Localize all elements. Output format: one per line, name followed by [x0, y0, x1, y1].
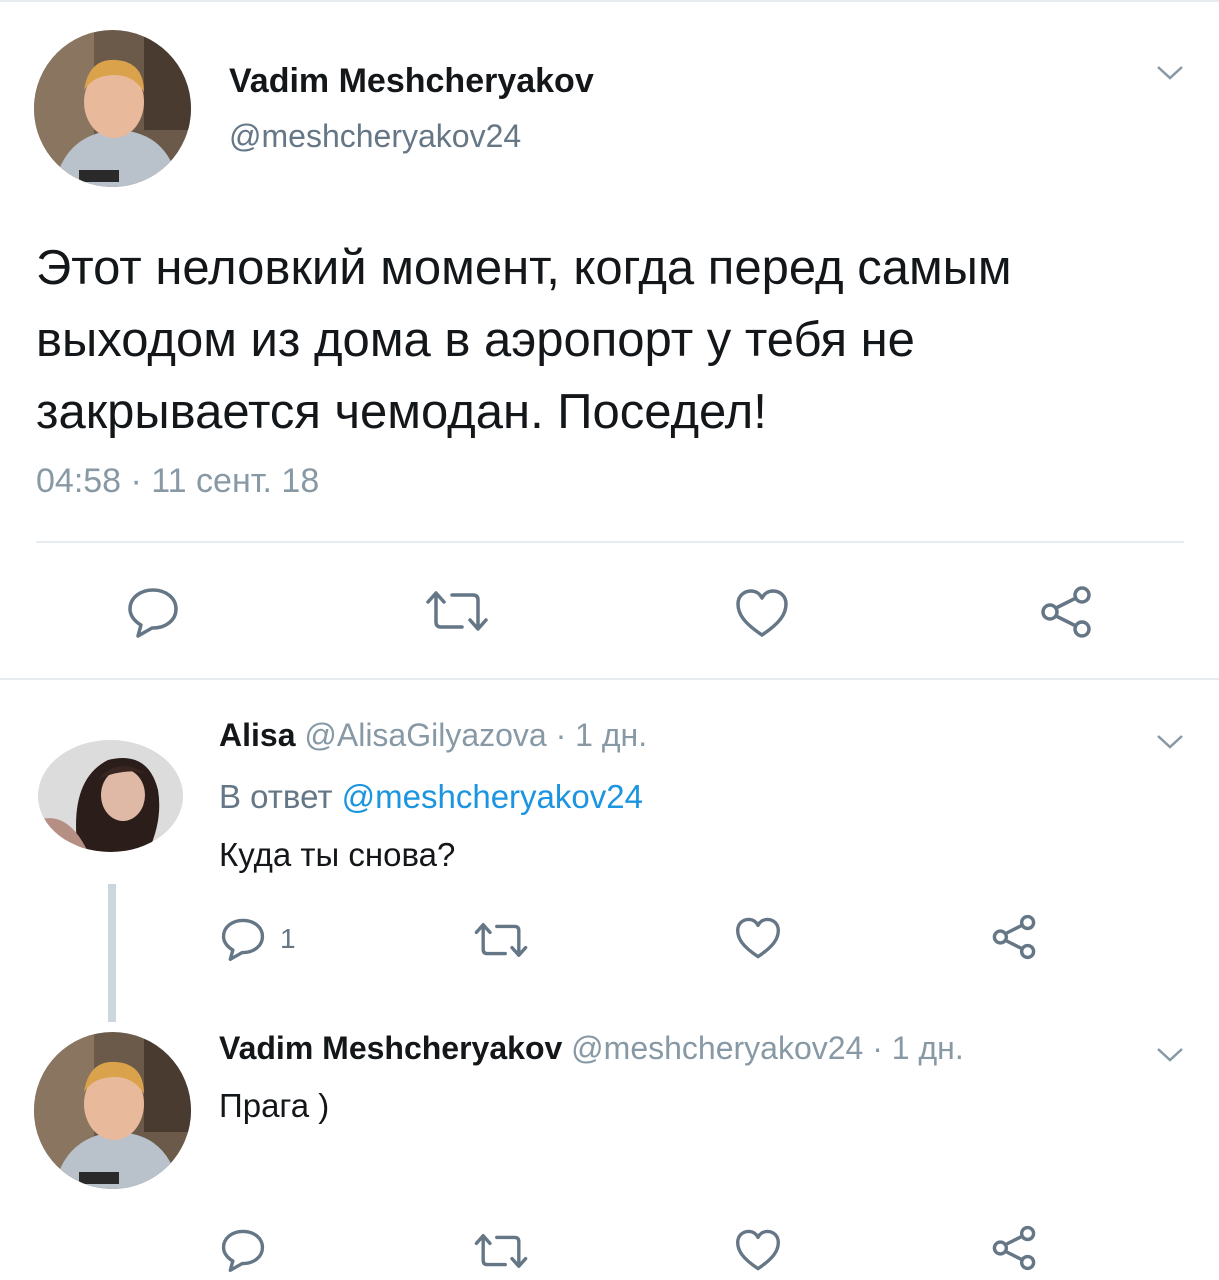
reply-text: Прага ) — [219, 1087, 330, 1124]
reply-author-avatar[interactable] — [38, 740, 183, 852]
like-button[interactable] — [734, 587, 790, 639]
reply-button[interactable]: 1 — [220, 917, 296, 961]
reply-to-mention[interactable]: @meshcheryakov24 — [342, 778, 643, 815]
reply-button[interactable] — [126, 586, 180, 638]
share-button[interactable] — [990, 914, 1038, 960]
chevron-down-icon[interactable] — [1155, 732, 1185, 752]
share-icon — [1041, 586, 1091, 638]
reply-icon — [128, 588, 178, 638]
share-button[interactable] — [1038, 585, 1094, 639]
like-icon — [735, 1229, 780, 1271]
reply-icon — [221, 918, 265, 961]
tweet-timestamp[interactable]: 04:58 · 11 сент. 18 — [36, 462, 319, 501]
retweet-icon — [474, 923, 528, 957]
reply-author-name[interactable]: Vadim Meshcheryakov — [219, 1030, 562, 1066]
like-button[interactable] — [734, 1228, 782, 1272]
like-icon — [735, 917, 780, 959]
retweet-button[interactable] — [473, 920, 529, 960]
reply-text: Куда ты снова? — [219, 836, 456, 873]
retweet-icon — [474, 1234, 528, 1268]
tweet-text: Этот неловкий момент, когда перед самым … — [36, 241, 1012, 439]
reply-to-label: В ответ — [219, 778, 333, 815]
reply-author-meta[interactable]: @AlisaGilyazova · 1 дн. — [304, 717, 647, 753]
share-button[interactable] — [990, 1225, 1038, 1271]
reply-author-name[interactable]: Alisa — [219, 717, 295, 753]
main-author-handle[interactable]: @meshcheryakov24 — [229, 118, 521, 155]
like-icon — [736, 589, 788, 637]
tweet-separator — [0, 678, 1219, 680]
main-author-name[interactable]: Vadim Meshcheryakov — [229, 62, 594, 101]
actions-divider — [36, 541, 1184, 543]
thread-connector — [108, 884, 116, 1022]
like-button[interactable] — [734, 916, 782, 960]
reply-author-line: Alisa @AlisaGilyazova · 1 дн. — [219, 717, 647, 754]
reply-author-meta[interactable]: @meshcheryakov24 · 1 дн. — [571, 1030, 964, 1066]
retweet-icon — [426, 591, 488, 631]
chevron-down-icon[interactable] — [1155, 63, 1185, 83]
reply-to-line: В ответ @meshcheryakov24 — [219, 778, 643, 816]
retweet-button[interactable] — [424, 588, 490, 634]
reply-author-avatar[interactable] — [34, 1032, 191, 1189]
reply-author-line: Vadim Meshcheryakov @meshcheryakov24 · 1… — [219, 1030, 964, 1067]
share-icon — [992, 1225, 1036, 1271]
reply-icon — [221, 1229, 265, 1272]
chevron-down-icon[interactable] — [1155, 1045, 1185, 1065]
share-icon — [992, 914, 1036, 960]
main-author-avatar[interactable] — [34, 30, 191, 187]
reply-button[interactable] — [220, 1228, 266, 1272]
reply-count: 1 — [280, 923, 296, 954]
retweet-button[interactable] — [473, 1231, 529, 1271]
top-divider — [0, 0, 1219, 2]
